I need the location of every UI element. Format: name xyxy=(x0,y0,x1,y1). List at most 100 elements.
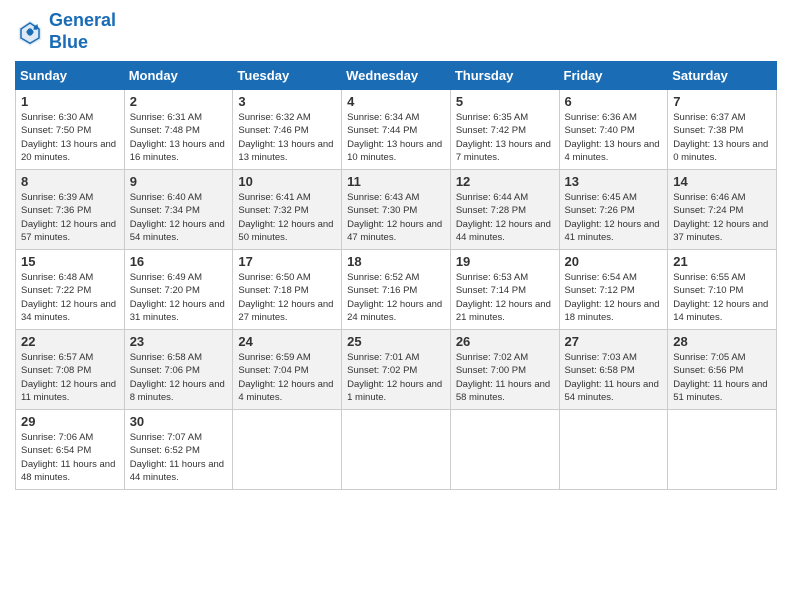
calendar-cell xyxy=(342,410,451,490)
day-number: 12 xyxy=(456,174,554,189)
calendar-week-2: 8 Sunrise: 6:39 AMSunset: 7:36 PMDaylight… xyxy=(16,170,777,250)
day-info: Sunrise: 7:01 AMSunset: 7:02 PMDaylight:… xyxy=(347,351,445,404)
day-info: Sunrise: 7:05 AMSunset: 6:56 PMDaylight:… xyxy=(673,351,771,404)
day-info: Sunrise: 6:35 AMSunset: 7:42 PMDaylight:… xyxy=(456,111,554,164)
logo-icon xyxy=(15,17,45,47)
day-info: Sunrise: 6:59 AMSunset: 7:04 PMDaylight:… xyxy=(238,351,336,404)
day-info: Sunrise: 6:32 AMSunset: 7:46 PMDaylight:… xyxy=(238,111,336,164)
day-number: 11 xyxy=(347,174,445,189)
day-info: Sunrise: 6:43 AMSunset: 7:30 PMDaylight:… xyxy=(347,191,445,244)
day-number: 23 xyxy=(130,334,228,349)
day-info: Sunrise: 6:58 AMSunset: 7:06 PMDaylight:… xyxy=(130,351,228,404)
calendar-cell: 17 Sunrise: 6:50 AMSunset: 7:18 PMDayligh… xyxy=(233,250,342,330)
day-info: Sunrise: 6:36 AMSunset: 7:40 PMDaylight:… xyxy=(565,111,663,164)
day-number: 17 xyxy=(238,254,336,269)
day-info: Sunrise: 6:30 AMSunset: 7:50 PMDaylight:… xyxy=(21,111,119,164)
day-info: Sunrise: 6:48 AMSunset: 7:22 PMDaylight:… xyxy=(21,271,119,324)
calendar-cell: 14 Sunrise: 6:46 AMSunset: 7:24 PMDayligh… xyxy=(668,170,777,250)
day-info: Sunrise: 7:07 AMSunset: 6:52 PMDaylight:… xyxy=(130,431,228,484)
day-number: 13 xyxy=(565,174,663,189)
calendar-cell: 28Sunrise: 7:05 AMSunset: 6:56 PMDayligh… xyxy=(668,330,777,410)
calendar-cell xyxy=(450,410,559,490)
calendar-cell: 20Sunrise: 6:54 AMSunset: 7:12 PMDayligh… xyxy=(559,250,668,330)
calendar-cell: 10 Sunrise: 6:41 AMSunset: 7:32 PMDayligh… xyxy=(233,170,342,250)
calendar-cell xyxy=(668,410,777,490)
day-number: 29 xyxy=(21,414,119,429)
day-info: Sunrise: 7:02 AMSunset: 7:00 PMDaylight:… xyxy=(456,351,554,404)
weekday-thursday: Thursday xyxy=(450,62,559,90)
day-info: Sunrise: 6:37 AMSunset: 7:38 PMDaylight:… xyxy=(673,111,771,164)
calendar-cell xyxy=(559,410,668,490)
day-number: 4 xyxy=(347,94,445,109)
calendar-cell: 4 Sunrise: 6:34 AMSunset: 7:44 PMDaylight… xyxy=(342,90,451,170)
weekday-saturday: Saturday xyxy=(668,62,777,90)
day-number: 14 xyxy=(673,174,771,189)
calendar-cell: 2 Sunrise: 6:31 AMSunset: 7:48 PMDaylight… xyxy=(124,90,233,170)
weekday-wednesday: Wednesday xyxy=(342,62,451,90)
day-number: 30 xyxy=(130,414,228,429)
day-number: 22 xyxy=(21,334,119,349)
page-container: General Blue SundayMondayTuesdayWednesda… xyxy=(0,0,792,500)
calendar-cell: 26Sunrise: 7:02 AMSunset: 7:00 PMDayligh… xyxy=(450,330,559,410)
day-info: Sunrise: 6:34 AMSunset: 7:44 PMDaylight:… xyxy=(347,111,445,164)
day-info: Sunrise: 6:45 AMSunset: 7:26 PMDaylight:… xyxy=(565,191,663,244)
calendar-cell: 24 Sunrise: 6:59 AMSunset: 7:04 PMDayligh… xyxy=(233,330,342,410)
calendar-cell: 15 Sunrise: 6:48 AMSunset: 7:22 PMDayligh… xyxy=(16,250,125,330)
calendar-cell: 21 Sunrise: 6:55 AMSunset: 7:10 PMDayligh… xyxy=(668,250,777,330)
day-info: Sunrise: 6:39 AMSunset: 7:36 PMDaylight:… xyxy=(21,191,119,244)
calendar-week-1: 1 Sunrise: 6:30 AMSunset: 7:50 PMDaylight… xyxy=(16,90,777,170)
calendar-cell: 6 Sunrise: 6:36 AMSunset: 7:40 PMDaylight… xyxy=(559,90,668,170)
weekday-friday: Friday xyxy=(559,62,668,90)
day-number: 2 xyxy=(130,94,228,109)
day-info: Sunrise: 6:57 AMSunset: 7:08 PMDaylight:… xyxy=(21,351,119,404)
day-number: 10 xyxy=(238,174,336,189)
logo-text: General Blue xyxy=(49,10,116,53)
day-number: 25 xyxy=(347,334,445,349)
calendar-cell: 8 Sunrise: 6:39 AMSunset: 7:36 PMDaylight… xyxy=(16,170,125,250)
day-number: 21 xyxy=(673,254,771,269)
day-info: Sunrise: 6:49 AMSunset: 7:20 PMDaylight:… xyxy=(130,271,228,324)
calendar-cell: 25 Sunrise: 7:01 AMSunset: 7:02 PMDayligh… xyxy=(342,330,451,410)
day-info: Sunrise: 6:46 AMSunset: 7:24 PMDaylight:… xyxy=(673,191,771,244)
day-number: 27 xyxy=(565,334,663,349)
calendar-cell: 27Sunrise: 7:03 AMSunset: 6:58 PMDayligh… xyxy=(559,330,668,410)
day-info: Sunrise: 6:41 AMSunset: 7:32 PMDaylight:… xyxy=(238,191,336,244)
calendar-cell: 9Sunrise: 6:40 AMSunset: 7:34 PMDaylight… xyxy=(124,170,233,250)
day-number: 5 xyxy=(456,94,554,109)
day-number: 3 xyxy=(238,94,336,109)
day-number: 15 xyxy=(21,254,119,269)
calendar-table: SundayMondayTuesdayWednesdayThursdayFrid… xyxy=(15,61,777,490)
calendar-cell: 1 Sunrise: 6:30 AMSunset: 7:50 PMDaylight… xyxy=(16,90,125,170)
day-info: Sunrise: 6:52 AMSunset: 7:16 PMDaylight:… xyxy=(347,271,445,324)
day-number: 18 xyxy=(347,254,445,269)
weekday-sunday: Sunday xyxy=(16,62,125,90)
calendar-cell: 23 Sunrise: 6:58 AMSunset: 7:06 PMDayligh… xyxy=(124,330,233,410)
header: General Blue xyxy=(15,10,777,53)
calendar-cell: 19 Sunrise: 6:53 AMSunset: 7:14 PMDayligh… xyxy=(450,250,559,330)
logo: General Blue xyxy=(15,10,116,53)
day-info: Sunrise: 7:06 AMSunset: 6:54 PMDaylight:… xyxy=(21,431,119,484)
day-number: 19 xyxy=(456,254,554,269)
calendar-week-3: 15 Sunrise: 6:48 AMSunset: 7:22 PMDayligh… xyxy=(16,250,777,330)
calendar-cell: 3 Sunrise: 6:32 AMSunset: 7:46 PMDaylight… xyxy=(233,90,342,170)
day-number: 8 xyxy=(21,174,119,189)
calendar-week-5: 29 Sunrise: 7:06 AMSunset: 6:54 PMDayligh… xyxy=(16,410,777,490)
day-number: 9 xyxy=(130,174,228,189)
calendar-cell: 30 Sunrise: 7:07 AMSunset: 6:52 PMDayligh… xyxy=(124,410,233,490)
calendar-cell: 18 Sunrise: 6:52 AMSunset: 7:16 PMDayligh… xyxy=(342,250,451,330)
day-number: 1 xyxy=(21,94,119,109)
day-number: 24 xyxy=(238,334,336,349)
calendar-cell: 12Sunrise: 6:44 AMSunset: 7:28 PMDayligh… xyxy=(450,170,559,250)
day-number: 7 xyxy=(673,94,771,109)
calendar-cell xyxy=(233,410,342,490)
day-number: 16 xyxy=(130,254,228,269)
day-number: 6 xyxy=(565,94,663,109)
calendar-cell: 13 Sunrise: 6:45 AMSunset: 7:26 PMDayligh… xyxy=(559,170,668,250)
day-info: Sunrise: 6:53 AMSunset: 7:14 PMDaylight:… xyxy=(456,271,554,324)
day-info: Sunrise: 6:31 AMSunset: 7:48 PMDaylight:… xyxy=(130,111,228,164)
calendar-week-4: 22 Sunrise: 6:57 AMSunset: 7:08 PMDayligh… xyxy=(16,330,777,410)
calendar-body: 1 Sunrise: 6:30 AMSunset: 7:50 PMDaylight… xyxy=(16,90,777,490)
day-info: Sunrise: 6:50 AMSunset: 7:18 PMDaylight:… xyxy=(238,271,336,324)
calendar-cell: 22 Sunrise: 6:57 AMSunset: 7:08 PMDayligh… xyxy=(16,330,125,410)
day-info: Sunrise: 6:55 AMSunset: 7:10 PMDaylight:… xyxy=(673,271,771,324)
